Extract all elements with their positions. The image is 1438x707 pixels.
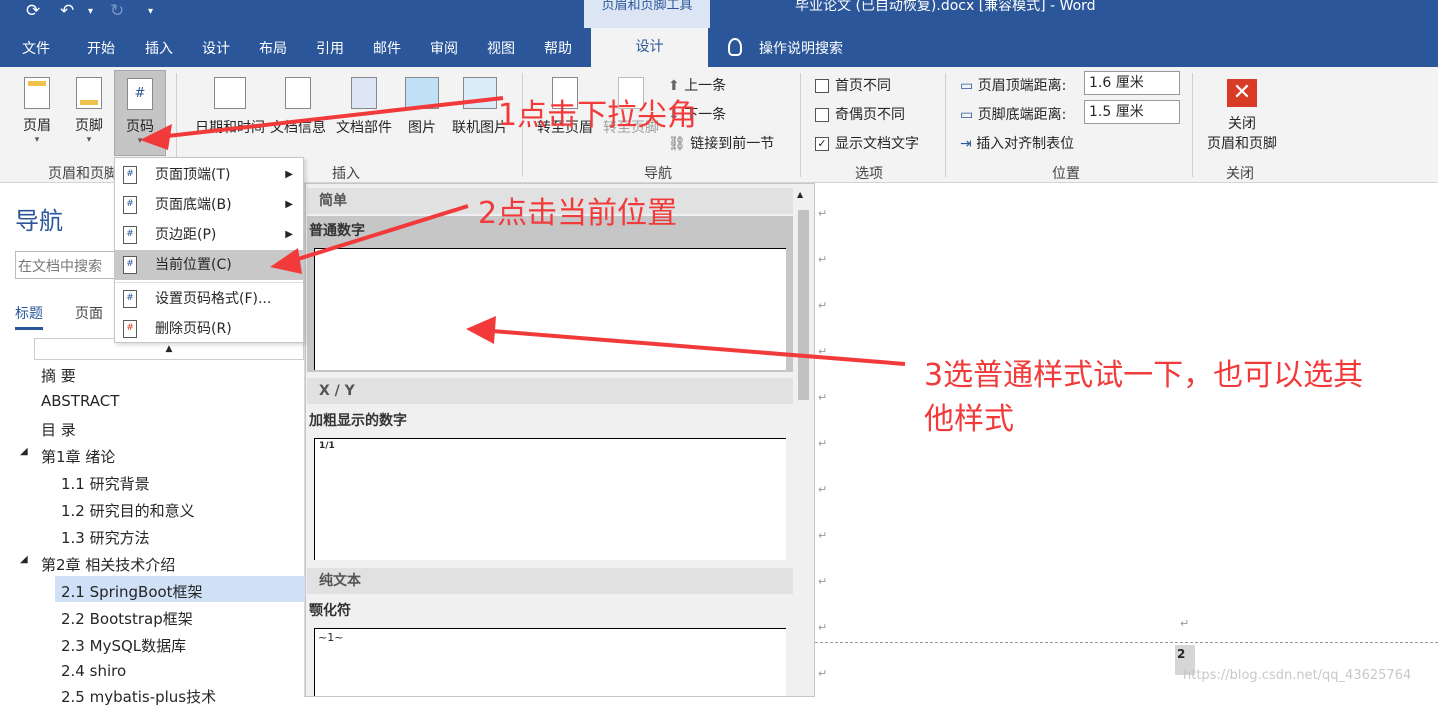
arrow-2-head [270, 248, 302, 274]
arrow-1-head [140, 124, 172, 150]
arrow-2-line [281, 204, 469, 266]
annotation-arrows [140, 96, 906, 366]
arrow-3-head [466, 316, 496, 344]
annotation-step-3-line2: 他样式 [924, 402, 1014, 437]
arrow-3-line [479, 328, 906, 366]
arrow-1-line [149, 96, 504, 140]
annotation-step-1: 1点击下拉尖角 [498, 98, 698, 133]
annotation-step-3-line1: 3选普通样式试一下，也可以选其 [924, 358, 1364, 393]
annotation-step-2: 2点击当前位置 [478, 196, 678, 231]
